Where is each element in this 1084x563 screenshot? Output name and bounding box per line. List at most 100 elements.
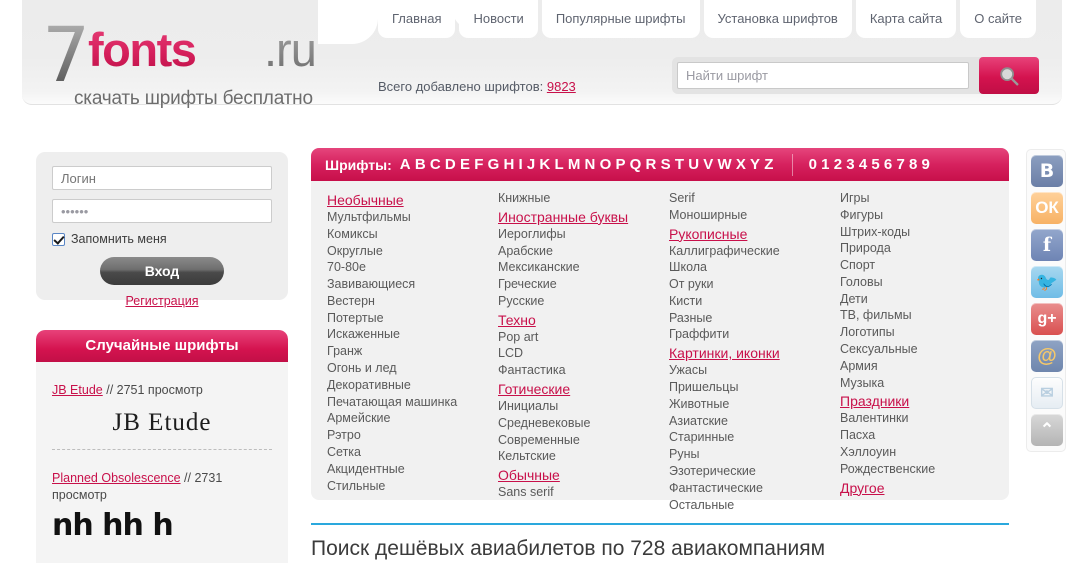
category-link[interactable]: LCD xyxy=(498,346,661,362)
nav-tab[interactable]: Установка шрифтов xyxy=(703,0,852,38)
alphabet-digit[interactable]: 3 xyxy=(846,156,859,173)
random-font-name[interactable]: JB Etude xyxy=(52,383,103,397)
alphabet-digit[interactable]: 8 xyxy=(909,156,922,173)
category-link[interactable]: Комиксы xyxy=(327,227,490,243)
category-link[interactable]: Азиатские xyxy=(669,414,832,430)
category-link[interactable]: Арабские xyxy=(498,244,661,260)
category-link[interactable]: Армия xyxy=(840,359,1003,375)
category-link[interactable]: Искаженные xyxy=(327,327,490,343)
alphabet-letter[interactable]: K xyxy=(539,156,554,173)
category-group-link[interactable]: Необычные xyxy=(327,191,490,209)
category-link[interactable]: Старинные xyxy=(669,430,832,446)
category-link[interactable]: Фантастика xyxy=(498,363,661,379)
category-link[interactable]: Ужасы xyxy=(669,363,832,379)
remember-me-row[interactable]: Запомнить меня xyxy=(52,232,288,246)
alphabet-letter[interactable]: T xyxy=(675,156,688,173)
alphabet-letter[interactable]: X xyxy=(736,156,750,173)
category-group-link[interactable]: Готические xyxy=(498,380,661,398)
alphabet-digit[interactable]: 4 xyxy=(859,156,872,173)
category-link[interactable]: Сексуальные xyxy=(840,342,1003,358)
nav-tab[interactable]: Карта сайта xyxy=(855,0,957,38)
category-link[interactable]: Округлые xyxy=(327,244,490,260)
category-link[interactable]: Мексиканские xyxy=(498,260,661,276)
category-link[interactable]: Разные xyxy=(669,311,832,327)
category-link[interactable]: Логотипы xyxy=(840,325,1003,341)
category-link[interactable]: Инициалы xyxy=(498,399,661,415)
login-password-input[interactable] xyxy=(52,199,272,223)
nav-tab[interactable]: Главная xyxy=(378,0,456,38)
font-counter-value[interactable]: 9823 xyxy=(547,79,576,94)
category-link[interactable]: Армейские xyxy=(327,411,490,427)
category-link[interactable]: Огонь и лед xyxy=(327,361,490,377)
login-submit-button[interactable]: Вход xyxy=(100,257,224,285)
alphabet-letter[interactable]: E xyxy=(460,156,474,173)
category-link[interactable]: Головы xyxy=(840,275,1003,291)
category-link[interactable]: Граффити xyxy=(669,327,832,343)
alphabet-letter[interactable]: N xyxy=(585,156,600,173)
register-link[interactable]: Регистрация xyxy=(36,294,288,308)
alphabet-digit[interactable]: 1 xyxy=(821,156,834,173)
alphabet-digit[interactable]: 6 xyxy=(884,156,897,173)
category-link[interactable]: Гранж xyxy=(327,344,490,360)
alphabet-letter[interactable]: M xyxy=(568,156,585,173)
alphabet-letter[interactable]: Y xyxy=(750,156,764,173)
category-link[interactable]: Книжные xyxy=(498,191,661,207)
category-link[interactable]: От руки xyxy=(669,277,832,293)
google-plus-icon[interactable]: g+ xyxy=(1031,303,1063,335)
category-link[interactable]: Кисти xyxy=(669,294,832,310)
category-link[interactable]: Спорт xyxy=(840,258,1003,274)
alphabet-letter[interactable]: G xyxy=(488,156,504,173)
category-link[interactable]: Школа xyxy=(669,260,832,276)
category-link[interactable]: Вестерн xyxy=(327,294,490,310)
random-font-preview[interactable]: nh hh h xyxy=(52,508,272,540)
category-link[interactable]: Штрих-коды xyxy=(840,225,1003,241)
category-link[interactable]: Декоративные xyxy=(327,378,490,394)
alphabet-letter[interactable]: W xyxy=(717,156,735,173)
category-link[interactable]: Рэтро xyxy=(327,428,490,444)
odnoklassniki-icon[interactable]: ОК xyxy=(1031,192,1063,224)
remember-me-checkbox[interactable] xyxy=(52,232,65,246)
category-link[interactable]: Животные xyxy=(669,397,832,413)
category-link[interactable]: Мультфильмы xyxy=(327,210,490,226)
nav-tab[interactable]: Новости xyxy=(459,0,538,38)
site-logo[interactable]: 7 fonts .ru скачать шрифты бесплатно xyxy=(42,12,342,110)
category-link[interactable]: Фантастические xyxy=(669,481,832,497)
alphabet-letter[interactable]: J xyxy=(527,156,540,173)
category-link[interactable]: Кельтские xyxy=(498,449,661,465)
alphabet-digit[interactable]: 2 xyxy=(834,156,847,173)
category-group-link[interactable]: Другое xyxy=(840,479,1003,497)
category-link[interactable]: 70-80е xyxy=(327,260,490,276)
alphabet-letter[interactable]: H xyxy=(503,156,518,173)
category-link[interactable]: Печатающая машинка xyxy=(327,395,490,411)
alphabet-letter[interactable]: S xyxy=(661,156,675,173)
category-link[interactable]: Современные xyxy=(498,433,661,449)
alphabet-digit[interactable]: 5 xyxy=(871,156,884,173)
alphabet-letter[interactable]: Z xyxy=(764,156,777,173)
search-input[interactable] xyxy=(677,62,969,89)
category-link[interactable]: Моноширные xyxy=(669,208,832,224)
category-link[interactable]: Игры xyxy=(840,191,1003,207)
email-icon[interactable]: ✉ xyxy=(1031,377,1063,409)
random-font-preview[interactable]: JB Etude xyxy=(52,409,272,437)
alphabet-letter[interactable]: A xyxy=(400,156,415,173)
category-link[interactable]: Каллиграфические xyxy=(669,244,832,260)
category-link[interactable]: ТВ, фильмы xyxy=(840,308,1003,324)
category-link[interactable]: Рождественские xyxy=(840,462,1003,478)
category-link[interactable]: Serif xyxy=(669,191,832,207)
category-link[interactable]: Фигуры xyxy=(840,208,1003,224)
category-group-link[interactable]: Рукописные xyxy=(669,225,832,243)
alphabet-letter[interactable]: F xyxy=(474,156,487,173)
category-group-link[interactable]: Картинки, иконки xyxy=(669,344,832,362)
alphabet-letter[interactable]: L xyxy=(554,156,567,173)
category-link[interactable]: Остальные xyxy=(669,498,832,514)
category-link[interactable]: Греческие xyxy=(498,277,661,293)
nav-tab[interactable]: О сайте xyxy=(960,0,1037,38)
category-link[interactable]: Пришельцы xyxy=(669,380,832,396)
category-link[interactable]: Иероглифы xyxy=(498,227,661,243)
twitter-icon[interactable]: 🐦 xyxy=(1031,266,1063,298)
category-link[interactable]: Сетка xyxy=(327,445,490,461)
alphabet-letter[interactable]: O xyxy=(600,156,616,173)
category-link[interactable]: Валентинки xyxy=(840,411,1003,427)
alphabet-letter[interactable]: C xyxy=(430,156,445,173)
category-link[interactable]: Эзотерические xyxy=(669,464,832,480)
